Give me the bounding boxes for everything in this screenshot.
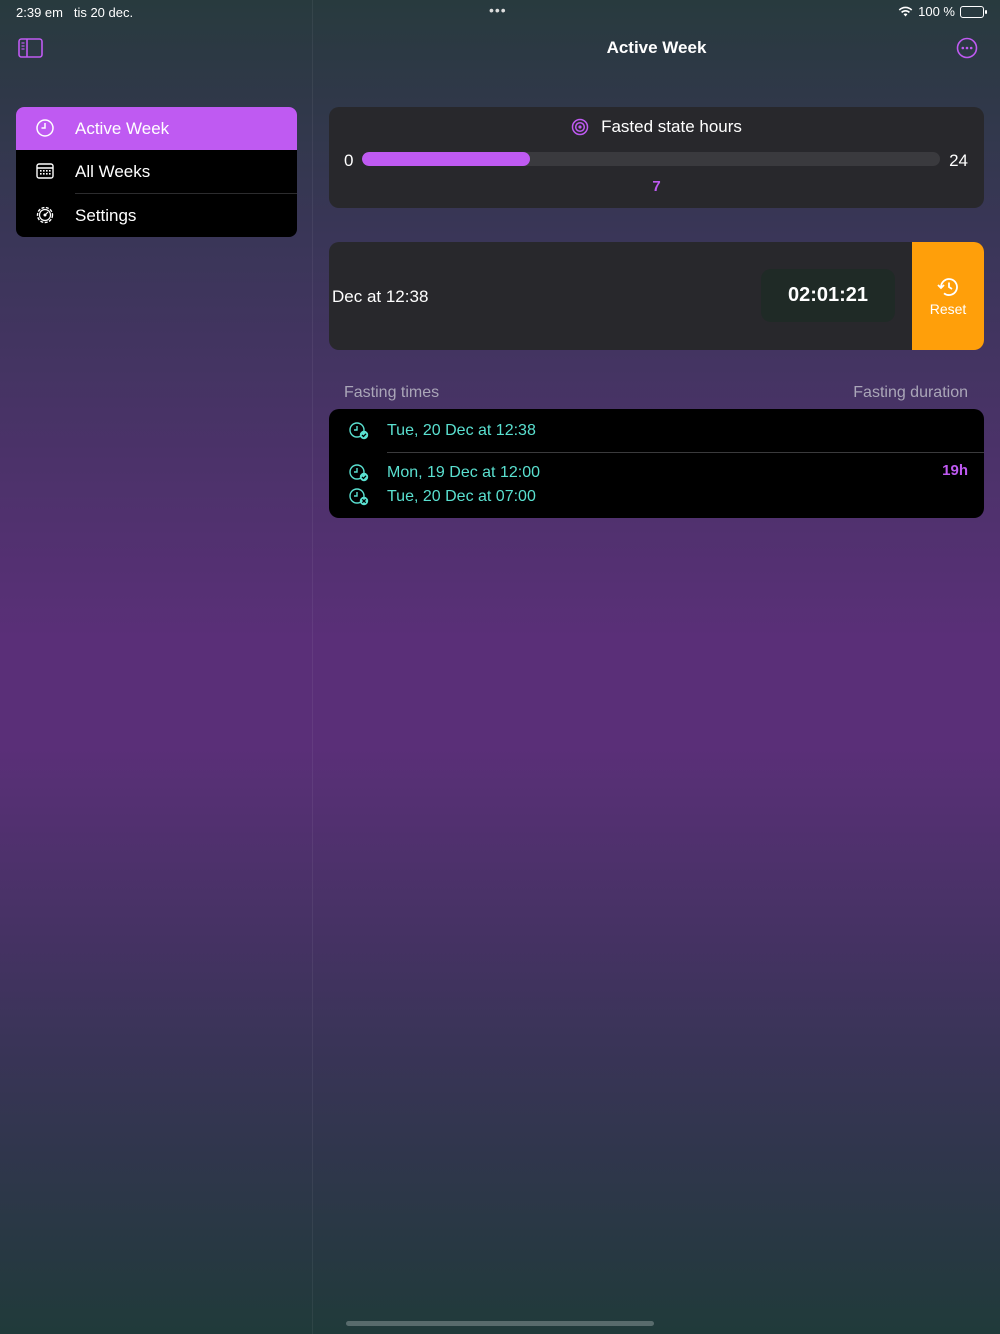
sidebar-item-active-week[interactable]: Active Week [16,107,297,150]
elapsed-timer: 02:01:21 [761,269,895,322]
fast-duration: 19h [942,462,968,479]
sidebar-item-label: All Weeks [75,161,151,181]
fasting-history-list: Tue, 20 Dec at 12:38 Mon, 19 Dec at 12:0… [329,409,984,518]
split-divider [312,0,313,1334]
fast-start-time: Mon, 19 Dec at 12:00 [387,464,540,481]
multitasking-dots-icon[interactable]: ••• [489,2,507,18]
clock-icon [36,119,54,137]
fasted-hours-header: Fasted state hours [329,117,984,137]
status-clock: 2:39 em [16,5,63,20]
page-title: Active Week [606,38,707,57]
fast-end-time: Tue, 20 Dec at 07:00 [387,488,536,505]
clock-xmark-icon [349,488,369,506]
progress-min: 0 [344,151,354,170]
fasting-times-header: Fasting times [344,384,440,401]
fasted-hours-label: Fasted state hours [601,117,742,136]
fasted-hours-card: Fasted state hours 0 24 7 [329,107,984,208]
progress-fill [362,152,530,166]
sidebar-item-settings[interactable]: Settings [16,194,297,237]
row-end-line: Tue, 20 Dec at 07:00 [348,485,536,509]
sidebar-item-label: Active Week [75,118,170,138]
wifi-icon [898,6,913,17]
list-item[interactable]: Mon, 19 Dec at 12:00 Tue, 20 Dec at 07:0… [329,453,984,518]
calendar-icon [36,163,54,179]
row-start-line: Tue, 20 Dec at 12:38 [348,419,536,443]
sidebar: Active Week All Weeks Settings [16,107,297,237]
fasting-duration-header: Fasting duration [853,384,968,401]
clock-check-icon [349,422,369,440]
active-fast-start: Dec at 12:38 [332,287,429,306]
history-reset-icon [937,278,958,296]
reset-label: Reset [929,301,967,317]
battery-icon [960,5,987,18]
battery-percent: 100 % [918,4,955,19]
home-indicator[interactable] [346,1321,654,1326]
target-icon [571,118,589,136]
progress-value: 7 [652,178,661,195]
list-item[interactable]: Tue, 20 Dec at 12:38 [329,409,984,452]
progress-max: 24 [949,151,968,170]
active-fast-row[interactable]: Dec at 12:38 02:01:21 Reset [329,242,984,350]
gear-icon [36,206,54,224]
sidebar-item-label: Settings [75,205,137,225]
sidebar-item-all-weeks[interactable]: All Weeks [16,150,297,193]
status-date: tis 20 dec. [73,5,134,20]
row-start-line: Mon, 19 Dec at 12:00 [348,461,540,485]
status-right: 100 % [898,4,987,19]
fasted-hours-progress-bar [362,152,940,166]
more-options-icon[interactable] [956,37,978,59]
reset-button[interactable]: Reset [912,242,984,350]
status-time: 2:39 em tis 20 dec. [16,5,133,20]
status-bar: 2:39 em tis 20 dec. ••• 100 % [0,0,1000,24]
sidebar-toggle-icon[interactable] [18,38,43,58]
fast-start-time: Tue, 20 Dec at 12:38 [387,422,536,439]
clock-check-icon [349,464,369,482]
